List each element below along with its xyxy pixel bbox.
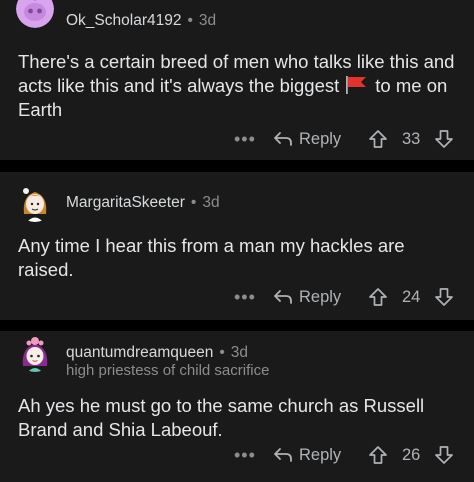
downvote-icon[interactable] — [434, 445, 454, 465]
avatar[interactable] — [16, 334, 54, 372]
vote-score: 26 — [402, 446, 421, 464]
separator-dot: • — [219, 344, 225, 361]
comment-actions: ••• Reply 26 — [0, 444, 474, 470]
avatar[interactable] — [16, 0, 54, 28]
timestamp: 3d — [230, 344, 249, 361]
comment-actions: ••• Reply 33 — [0, 128, 474, 154]
vote-score: 24 — [402, 288, 421, 306]
reply-button[interactable]: Reply — [273, 286, 341, 308]
username[interactable]: MargaritaSkeeter — [66, 194, 185, 211]
more-options-button[interactable]: ••• — [234, 444, 256, 466]
user-avatar-icon — [16, 184, 54, 222]
reply-label: Reply — [299, 288, 342, 306]
more-options-button[interactable]: ••• — [234, 286, 256, 308]
upvote-icon[interactable] — [368, 287, 388, 307]
comment-meta: Ok_Scholar4192 • 3d — [66, 12, 216, 30]
comment-card: Ok_Scholar4192 • 3d There's a certain bree… — [0, 0, 474, 160]
reply-label: Reply — [299, 130, 342, 148]
downvote-icon[interactable] — [434, 129, 454, 149]
snoo-avatar-icon — [16, 0, 54, 28]
reply-button[interactable]: Reply — [273, 128, 341, 150]
downvote-icon[interactable] — [434, 287, 454, 307]
more-options-button[interactable]: ••• — [234, 128, 256, 150]
reply-arrow-icon — [274, 448, 292, 462]
comment-meta: quantumdreamqueen • 3d — [66, 344, 248, 362]
comment-card: MargaritaSkeeter • 3d Any time I hear this… — [0, 172, 474, 320]
comment-body: Ah yes he must go to the same church as … — [18, 395, 425, 440]
reply-label: Reply — [299, 446, 342, 464]
comment-actions: ••• Reply 24 — [0, 286, 474, 312]
username[interactable]: quantumdreamqueen — [66, 344, 213, 361]
username[interactable]: Ok_Scholar4192 — [66, 12, 181, 29]
separator-dot: • — [187, 12, 193, 29]
comment-body: There's a certain breed of men who talks… — [18, 50, 458, 122]
user-avatar-icon — [16, 334, 54, 372]
separator-dot: • — [190, 194, 197, 211]
vote-score: 33 — [402, 130, 421, 148]
red-flag-icon — [346, 76, 367, 94]
user-flair: high priestess of child sacrifice — [66, 362, 270, 379]
comment-meta: MargaritaSkeeter • 3d — [66, 194, 220, 212]
reply-arrow-icon — [274, 132, 292, 146]
avatar[interactable] — [16, 184, 54, 222]
upvote-icon[interactable] — [368, 129, 388, 149]
reply-arrow-icon — [274, 290, 292, 304]
comment-card: quantumdreamqueen • 3d high priestess of c… — [0, 331, 474, 482]
timestamp: 3d — [202, 194, 220, 211]
upvote-icon[interactable] — [368, 445, 388, 465]
comment-body: Any time I hear this from a man my hackl… — [18, 235, 405, 280]
reply-button[interactable]: Reply — [273, 444, 341, 466]
timestamp: 3d — [198, 12, 217, 29]
